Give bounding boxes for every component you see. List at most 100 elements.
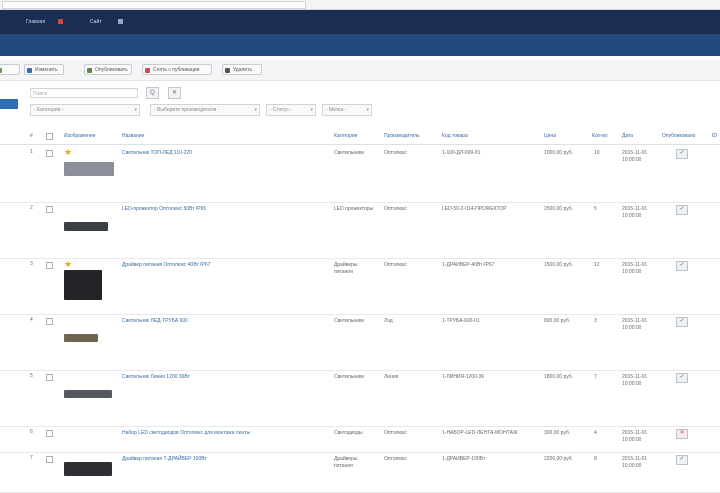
product-manufacturer: Оптолюкс — [384, 456, 407, 462]
row-checkbox[interactable] — [46, 456, 53, 463]
col-code[interactable]: Код товара — [442, 133, 468, 139]
clear-search-button[interactable]: ✕ — [168, 87, 181, 99]
col-category[interactable]: Категория — [334, 133, 357, 139]
product-thumbnail[interactable] — [64, 270, 102, 300]
product-date: 2015-11-01 10:00:00 — [622, 318, 648, 331]
row-checkbox[interactable] — [46, 318, 53, 325]
product-thumbnail[interactable] — [64, 462, 112, 476]
search-button[interactable]: Q — [146, 87, 159, 99]
product-manufacturer: Оптолюкс — [384, 206, 407, 212]
product-manufacturer: Оптолюкс — [384, 430, 407, 436]
featured-star-icon[interactable]: ★ — [64, 260, 72, 269]
product-thumbnail[interactable] — [64, 334, 98, 342]
publish-button[interactable]: Опубликовать — [84, 64, 132, 75]
product-title-link[interactable]: Драйвер питания Оптолюкс 40Вт IP67 — [122, 262, 322, 269]
published-check-icon[interactable]: ✓ — [676, 317, 688, 327]
col-image[interactable]: Изображение — [64, 133, 96, 139]
product-date: 2015-11-01 10:00:00 — [622, 456, 648, 469]
flag-icon — [58, 19, 63, 25]
row-number: 5 — [30, 373, 33, 379]
edit-icon — [27, 68, 32, 73]
chevron-down-icon: ▾ — [310, 107, 313, 113]
product-date: 2015-11-01 10:00:00 — [622, 262, 648, 275]
col-published[interactable]: Опубликовано — [662, 133, 695, 139]
row-number: 6 — [30, 429, 33, 435]
row-checkbox[interactable] — [46, 150, 53, 157]
product-title-link[interactable]: LED-прожектор Оптолюкс 50Вт IP65 — [122, 206, 322, 213]
table-row[interactable]: 7 Драйвер питания Т-ДРАЙВЕР 100Вт Драйверы… — [0, 452, 720, 493]
col-date[interactable]: Дата — [622, 133, 633, 139]
product-price: 1800,00 руб. — [544, 374, 573, 380]
table-row[interactable]: 6 Набор LED светодиодов Оптолюкс для монт… — [0, 426, 720, 453]
product-title-link[interactable]: Светильник Линия 1200 36Вт — [122, 374, 322, 381]
row-number: 7 — [30, 455, 33, 461]
manufacturer-filter-select[interactable]: - Выберите производителя - ▾ — [150, 104, 260, 116]
row-checkbox[interactable] — [46, 206, 53, 213]
product-price: 2500,00 руб. — [544, 206, 573, 212]
col-num[interactable]: # — [30, 133, 33, 139]
url-field[interactable] — [2, 1, 306, 9]
product-price: 1500,00 руб. — [544, 262, 573, 268]
product-thumbnail[interactable] — [64, 390, 112, 398]
product-quantity: 8 — [594, 456, 597, 462]
published-check-icon[interactable]: ✓ — [676, 373, 688, 383]
product-code: LED-50-2-014-ПРОЖЕКТОР — [442, 206, 507, 212]
status-filter-select[interactable]: - Статус - ▾ — [266, 104, 316, 116]
featured-star-icon[interactable]: ★ — [64, 148, 72, 157]
published-check-icon[interactable]: ✓ — [676, 149, 688, 159]
product-category: Светильники — [334, 374, 364, 380]
product-price: 300,00 руб. — [544, 430, 571, 436]
product-title-link[interactable]: Драйвер питания Т-ДРАЙВЕР 100Вт — [122, 456, 322, 463]
edit-button[interactable]: Изменить — [24, 64, 64, 75]
table-row[interactable]: 4 Светильник ЛЕД-ТРУБА 600 Светильники Лэд 1… — [0, 314, 720, 371]
unpublished-x-icon[interactable]: ✕ — [676, 429, 688, 439]
row-checkbox[interactable] — [46, 430, 53, 437]
published-check-icon[interactable]: ✓ — [676, 261, 688, 271]
table-row[interactable]: 2 LED-прожектор Оптолюкс 50Вт IP65 LED про… — [0, 202, 720, 259]
admin-menu-item-3[interactable] — [58, 18, 64, 26]
admin-menu-item-5[interactable] — [118, 18, 124, 26]
product-date: 2015-11-01 10:00:00 — [622, 206, 648, 219]
select-all-checkbox[interactable] — [46, 133, 53, 140]
row-number: 2 — [30, 205, 33, 211]
product-quantity: 10 — [594, 150, 600, 156]
product-category: LED прожекторы — [334, 206, 374, 212]
user-icon — [118, 19, 123, 25]
search-input[interactable]: Поиск — [30, 88, 138, 98]
admin-menu-home[interactable]: Главная — [26, 18, 45, 26]
row-checkbox[interactable] — [46, 374, 53, 381]
product-code: 1-ЛИНИЯ-1200-36 — [442, 374, 485, 380]
col-manufacturer[interactable]: Производитель — [384, 133, 420, 139]
chevron-down-icon: ▾ — [366, 107, 369, 113]
row-checkbox[interactable] — [46, 262, 53, 269]
tag-filter-select[interactable]: - Метка - ▾ — [322, 104, 372, 116]
col-price[interactable]: Цена — [544, 133, 556, 139]
row-number: 1 — [30, 149, 33, 155]
col-qty[interactable]: Кол-во — [592, 133, 608, 139]
product-date: 2015-11-01 10:00:00 — [622, 374, 648, 387]
product-code: 1-ДРАЙВЕР-40Вт-IP67 — [442, 262, 495, 268]
product-title-link[interactable]: Светильник ТОП-ЛЕД 110-220 — [122, 150, 322, 157]
product-thumbnail[interactable] — [64, 222, 108, 231]
product-title-link[interactable]: Светильник ЛЕД-ТРУБА 600 — [122, 318, 322, 325]
table-row[interactable]: 1 ★ Светильник ТОП-ЛЕД 110-220 Светильники О… — [0, 146, 720, 203]
sidebar-toggle[interactable] — [0, 99, 18, 109]
published-check-icon[interactable]: ✓ — [676, 455, 688, 465]
unpublish-button[interactable]: Снять с публикации — [142, 64, 212, 75]
row-number: 4 — [30, 317, 33, 323]
product-price: 2200,00 руб. — [544, 456, 573, 462]
product-manufacturer: Оптолюкс — [384, 262, 407, 268]
table-row[interactable]: 3 ★ Драйвер питания Оптолюкс 40Вт IP67 Драй… — [0, 258, 720, 315]
col-title[interactable]: Название — [122, 133, 144, 139]
category-filter-select[interactable]: - Категория - ▾ — [30, 104, 140, 116]
product-category: Драйверы питания — [334, 262, 358, 275]
admin-menu-site[interactable]: Сайт — [90, 18, 102, 26]
col-id[interactable]: ID — [712, 133, 717, 139]
delete-button[interactable]: Удалить — [222, 64, 262, 75]
table-row[interactable]: 5 Светильник Линия 1200 36Вт Светильники Ли… — [0, 370, 720, 427]
product-thumbnail[interactable] — [64, 162, 114, 176]
product-date: 2015-11-01 10:00:00 — [622, 430, 648, 443]
product-title-link[interactable]: Набор LED светодиодов Оптолюкс для монта… — [122, 430, 322, 437]
published-check-icon[interactable]: ✓ — [676, 205, 688, 215]
new-button[interactable] — [0, 64, 20, 75]
